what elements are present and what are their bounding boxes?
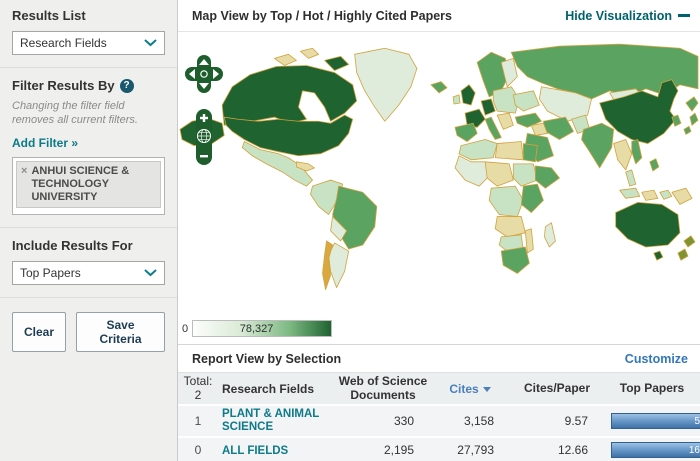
- report-view-title: Report View by Selection: [192, 352, 341, 366]
- map-countries: [180, 44, 698, 289]
- help-icon[interactable]: ?: [120, 79, 134, 93]
- map-view-title: Map View by Top / Hot / Highly Cited Pap…: [192, 9, 452, 23]
- column-header-cites-per-paper: Cites/Paper: [510, 382, 604, 396]
- top-papers-bar: 5: [611, 413, 700, 429]
- results-list-section: Results List Research Fields: [0, 0, 177, 65]
- row-index: 0: [178, 443, 218, 457]
- sidebar-buttons: Clear Save Criteria: [0, 300, 177, 364]
- clear-button[interactable]: Clear: [12, 312, 66, 352]
- zoom-out-icon: [200, 155, 208, 157]
- legend-gradient-bar: 78,327: [192, 320, 332, 337]
- sidebar-divider: [0, 227, 177, 228]
- world-map-area: 0 78,327: [178, 32, 700, 344]
- sidebar-divider: [0, 297, 177, 298]
- total-count-header: Total: 2: [178, 375, 218, 403]
- globe-icon: [198, 130, 211, 143]
- main-panel: Map View by Top / Hot / Highly Cited Pap…: [178, 0, 700, 461]
- table-row: 0 ALL FIELDS 2,195 27,793 12.66 16: [178, 438, 700, 461]
- map-color-legend: 0 78,327: [182, 320, 332, 337]
- sort-arrow-icon: [483, 387, 491, 392]
- filter-tag: × ANHUI SCIENCE & TECHNOLOGY UNIVERSITY: [16, 161, 161, 209]
- sidebar-divider: [0, 67, 177, 68]
- results-list-selected-value: Research Fields: [20, 36, 107, 50]
- column-header-research-fields: Research Fields: [218, 382, 336, 396]
- top-papers-bar: 16: [611, 442, 700, 458]
- add-filter-link[interactable]: Add Filter »: [12, 136, 78, 150]
- results-table: Total: 2 Research Fields Web of Science …: [178, 372, 700, 461]
- table-header-row: Total: 2 Research Fields Web of Science …: [178, 372, 700, 406]
- include-results-heading: Include Results For: [12, 238, 165, 253]
- map-zoom-controls[interactable]: [195, 108, 213, 166]
- world-choropleth-map[interactable]: [178, 32, 700, 318]
- cites-per-paper-value: 9.57: [510, 414, 604, 428]
- column-header-wos-documents: Web of Science Documents: [336, 375, 430, 403]
- filter-results-section: Filter Results By ? Changing the filter …: [0, 70, 177, 225]
- map-navigation-controls: [184, 54, 224, 166]
- documents-value: 330: [336, 414, 430, 428]
- cites-value: 3,158: [430, 414, 510, 428]
- chevron-down-icon: [144, 269, 157, 277]
- cites-per-paper-value: 12.66: [510, 443, 604, 457]
- minus-icon: [678, 14, 690, 17]
- active-filters-box: × ANHUI SCIENCE & TECHNOLOGY UNIVERSITY: [12, 157, 165, 215]
- customize-link[interactable]: Customize: [625, 352, 688, 366]
- filter-sidebar: Results List Research Fields Filter Resu…: [0, 0, 178, 461]
- hide-visualization-link[interactable]: Hide Visualization: [565, 9, 690, 23]
- documents-value: 2,195: [336, 443, 430, 457]
- include-results-select[interactable]: Top Papers: [12, 261, 165, 285]
- map-view-header: Map View by Top / Hot / Highly Cited Pap…: [178, 0, 700, 32]
- row-index: 1: [178, 414, 218, 428]
- table-row: 1 PLANT & ANIMAL SCIENCE 330 3,158 9.57 …: [178, 406, 700, 438]
- filter-tag-label: ANHUI SCIENCE & TECHNOLOGY UNIVERSITY: [31, 165, 155, 205]
- research-field-link[interactable]: PLANT & ANIMAL SCIENCE: [222, 408, 336, 434]
- column-header-top-papers: Top Papers: [604, 382, 700, 396]
- legend-min-value: 0: [182, 323, 188, 335]
- research-field-link[interactable]: ALL FIELDS: [222, 445, 288, 458]
- include-results-section: Include Results For Top Papers: [0, 230, 177, 295]
- report-view-header: Report View by Selection Customize: [178, 344, 700, 372]
- filter-note: Changing the filter field removes all cu…: [12, 99, 165, 128]
- save-criteria-button[interactable]: Save Criteria: [76, 312, 165, 352]
- include-results-selected-value: Top Papers: [20, 266, 81, 280]
- column-header-cites-sortable[interactable]: Cites: [430, 382, 510, 396]
- chevron-down-icon: [144, 39, 157, 47]
- map-pan-dpad[interactable]: [184, 54, 224, 94]
- cites-value: 27,793: [430, 443, 510, 457]
- legend-max-value: 78,327: [240, 323, 274, 335]
- results-list-heading: Results List: [12, 8, 165, 23]
- results-list-select[interactable]: Research Fields: [12, 31, 165, 55]
- filter-results-heading: Filter Results By: [12, 78, 115, 93]
- remove-filter-icon[interactable]: ×: [21, 165, 27, 178]
